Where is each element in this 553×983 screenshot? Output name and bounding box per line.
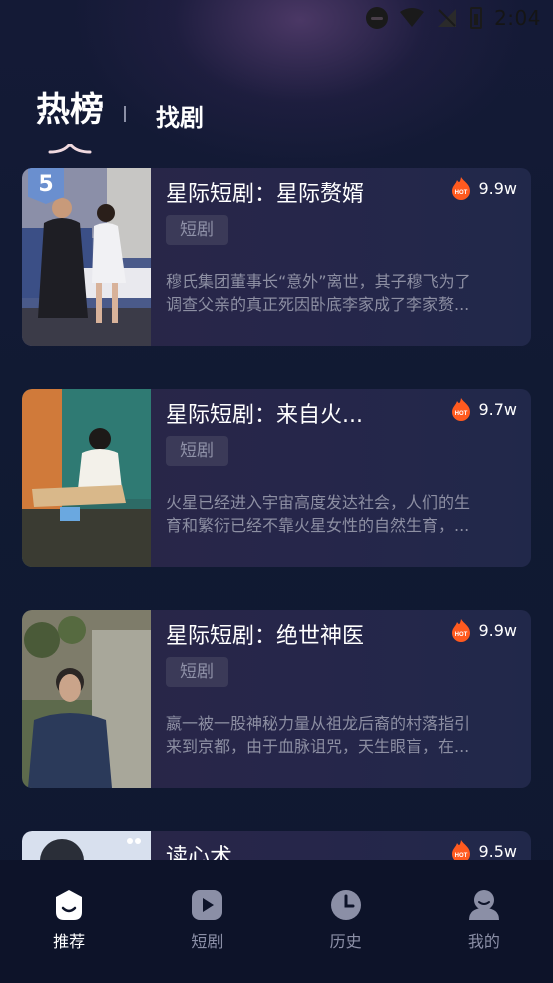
top-tabs: 热榜 找剧	[36, 88, 204, 154]
description-line: 嬴一被一股神秘力量从祖龙后裔的村落指引	[166, 714, 471, 733]
play-icon	[192, 890, 223, 920]
hot-flame-icon: HOT	[452, 840, 471, 860]
description-line: 育和繁衍已经不靠火星女性的自然生育，...	[166, 516, 470, 535]
svg-text:HOT: HOT	[455, 632, 468, 638]
heat-value: 9.9w	[478, 620, 517, 640]
nav-item-history[interactable]: 历史	[296, 860, 396, 983]
heat-value: 9.7w	[478, 399, 517, 419]
status-time: 2:04	[494, 6, 541, 30]
heat-score: HOT 9.9w	[450, 618, 517, 642]
heat-score: HOT 9.5w	[450, 839, 517, 860]
signal-off-icon	[438, 9, 457, 27]
hot-flame-icon: HOT	[452, 619, 471, 642]
drama-title: 星际短剧：来自火...	[166, 403, 363, 428]
tab-hot-ranking[interactable]: 热榜	[36, 88, 104, 154]
nav-label: 短剧	[191, 932, 224, 951]
genre-tag: 短剧	[166, 215, 228, 245]
svg-text:HOT: HOT	[455, 190, 468, 196]
genre-tag: 短剧	[166, 657, 228, 687]
drama-cover: 5	[22, 168, 151, 346]
drama-card[interactable]: 读心术 HOT 9.5w	[22, 831, 531, 860]
clock-icon	[330, 890, 361, 920]
drama-cover	[22, 831, 151, 860]
drama-description: 火星已经进入宇宙高度发达社会，人们的生 育和繁衍已经不靠火星女性的自然生育，..…	[166, 491, 516, 537]
description-line: 来到京都，由于血脉诅咒，天生眼盲，在...	[166, 737, 470, 756]
status-bar: 2:04	[0, 0, 553, 38]
bottom-nav: 推荐 短剧 历史 我的	[0, 860, 553, 983]
heat-score: HOT 9.9w	[450, 176, 517, 200]
recommend-icon	[56, 890, 83, 920]
wifi-icon	[400, 8, 425, 27]
description-line: 调查父亲的真正死因卧底李家成了李家赘...	[166, 295, 470, 314]
svg-text:HOT: HOT	[455, 853, 468, 859]
heat-score: HOT 9.7w	[450, 397, 517, 421]
tab-hot-label: 热榜	[36, 90, 104, 130]
drama-card[interactable]: 5 星际短剧：星际赘婿 HOT 9.9w 短剧 穆氏集团董事长“意外”离世，其子…	[22, 168, 531, 346]
drama-title: 星际短剧：星际赘婿	[166, 182, 365, 207]
svg-text:HOT: HOT	[455, 411, 468, 417]
drama-description: 穆氏集团董事长“意外”离世，其子穆飞为了 调查父亲的真正死因卧底李家成了李家赘.…	[166, 270, 516, 316]
genre-tag: 短剧	[166, 436, 228, 466]
drama-description: 嬴一被一股神秘力量从祖龙后裔的村落指引 来到京都，由于血脉诅咒，天生眼盲，在..…	[166, 712, 516, 758]
drama-list: 5 星际短剧：星际赘婿 HOT 9.9w 短剧 穆氏集团董事长“意外”离世，其子…	[22, 168, 531, 860]
tab-find-drama[interactable]: 找剧	[156, 98, 204, 138]
nav-label: 推荐	[53, 932, 86, 951]
description-line: 穆氏集团董事长“意外”离世，其子穆飞为了	[166, 272, 471, 291]
nav-label: 我的	[467, 932, 500, 951]
drama-cover	[22, 610, 151, 788]
status-icons: 2:04	[366, 6, 541, 30]
drama-cover	[22, 389, 151, 567]
drama-card[interactable]: 星际短剧：绝世神医 HOT 9.9w 短剧 嬴一被一股神秘力量从祖龙后裔的村落指…	[22, 610, 531, 788]
battery-icon	[470, 7, 483, 29]
drama-title: 星际短剧：绝世神医	[166, 624, 365, 649]
heat-value: 9.9w	[478, 178, 517, 198]
hot-flame-icon: HOT	[452, 398, 471, 421]
nav-label: 历史	[329, 932, 362, 951]
do-not-disturb-icon	[366, 7, 389, 29]
tab-divider	[124, 106, 126, 122]
tab-active-indicator	[48, 144, 92, 154]
drama-card[interactable]: 星际短剧：来自火... HOT 9.7w 短剧 火星已经进入宇宙高度发达社会，人…	[22, 389, 531, 567]
heat-value: 9.5w	[478, 841, 517, 861]
nav-item-profile[interactable]: 我的	[434, 860, 534, 983]
hot-flame-icon: HOT	[452, 177, 471, 200]
profile-icon	[468, 890, 499, 920]
drama-title: 读心术	[166, 845, 233, 860]
nav-item-short-drama[interactable]: 短剧	[157, 860, 257, 983]
nav-item-recommend[interactable]: 推荐	[19, 860, 119, 983]
rank-badge: 5	[28, 168, 64, 204]
description-line: 火星已经进入宇宙高度发达社会，人们的生	[166, 493, 471, 512]
